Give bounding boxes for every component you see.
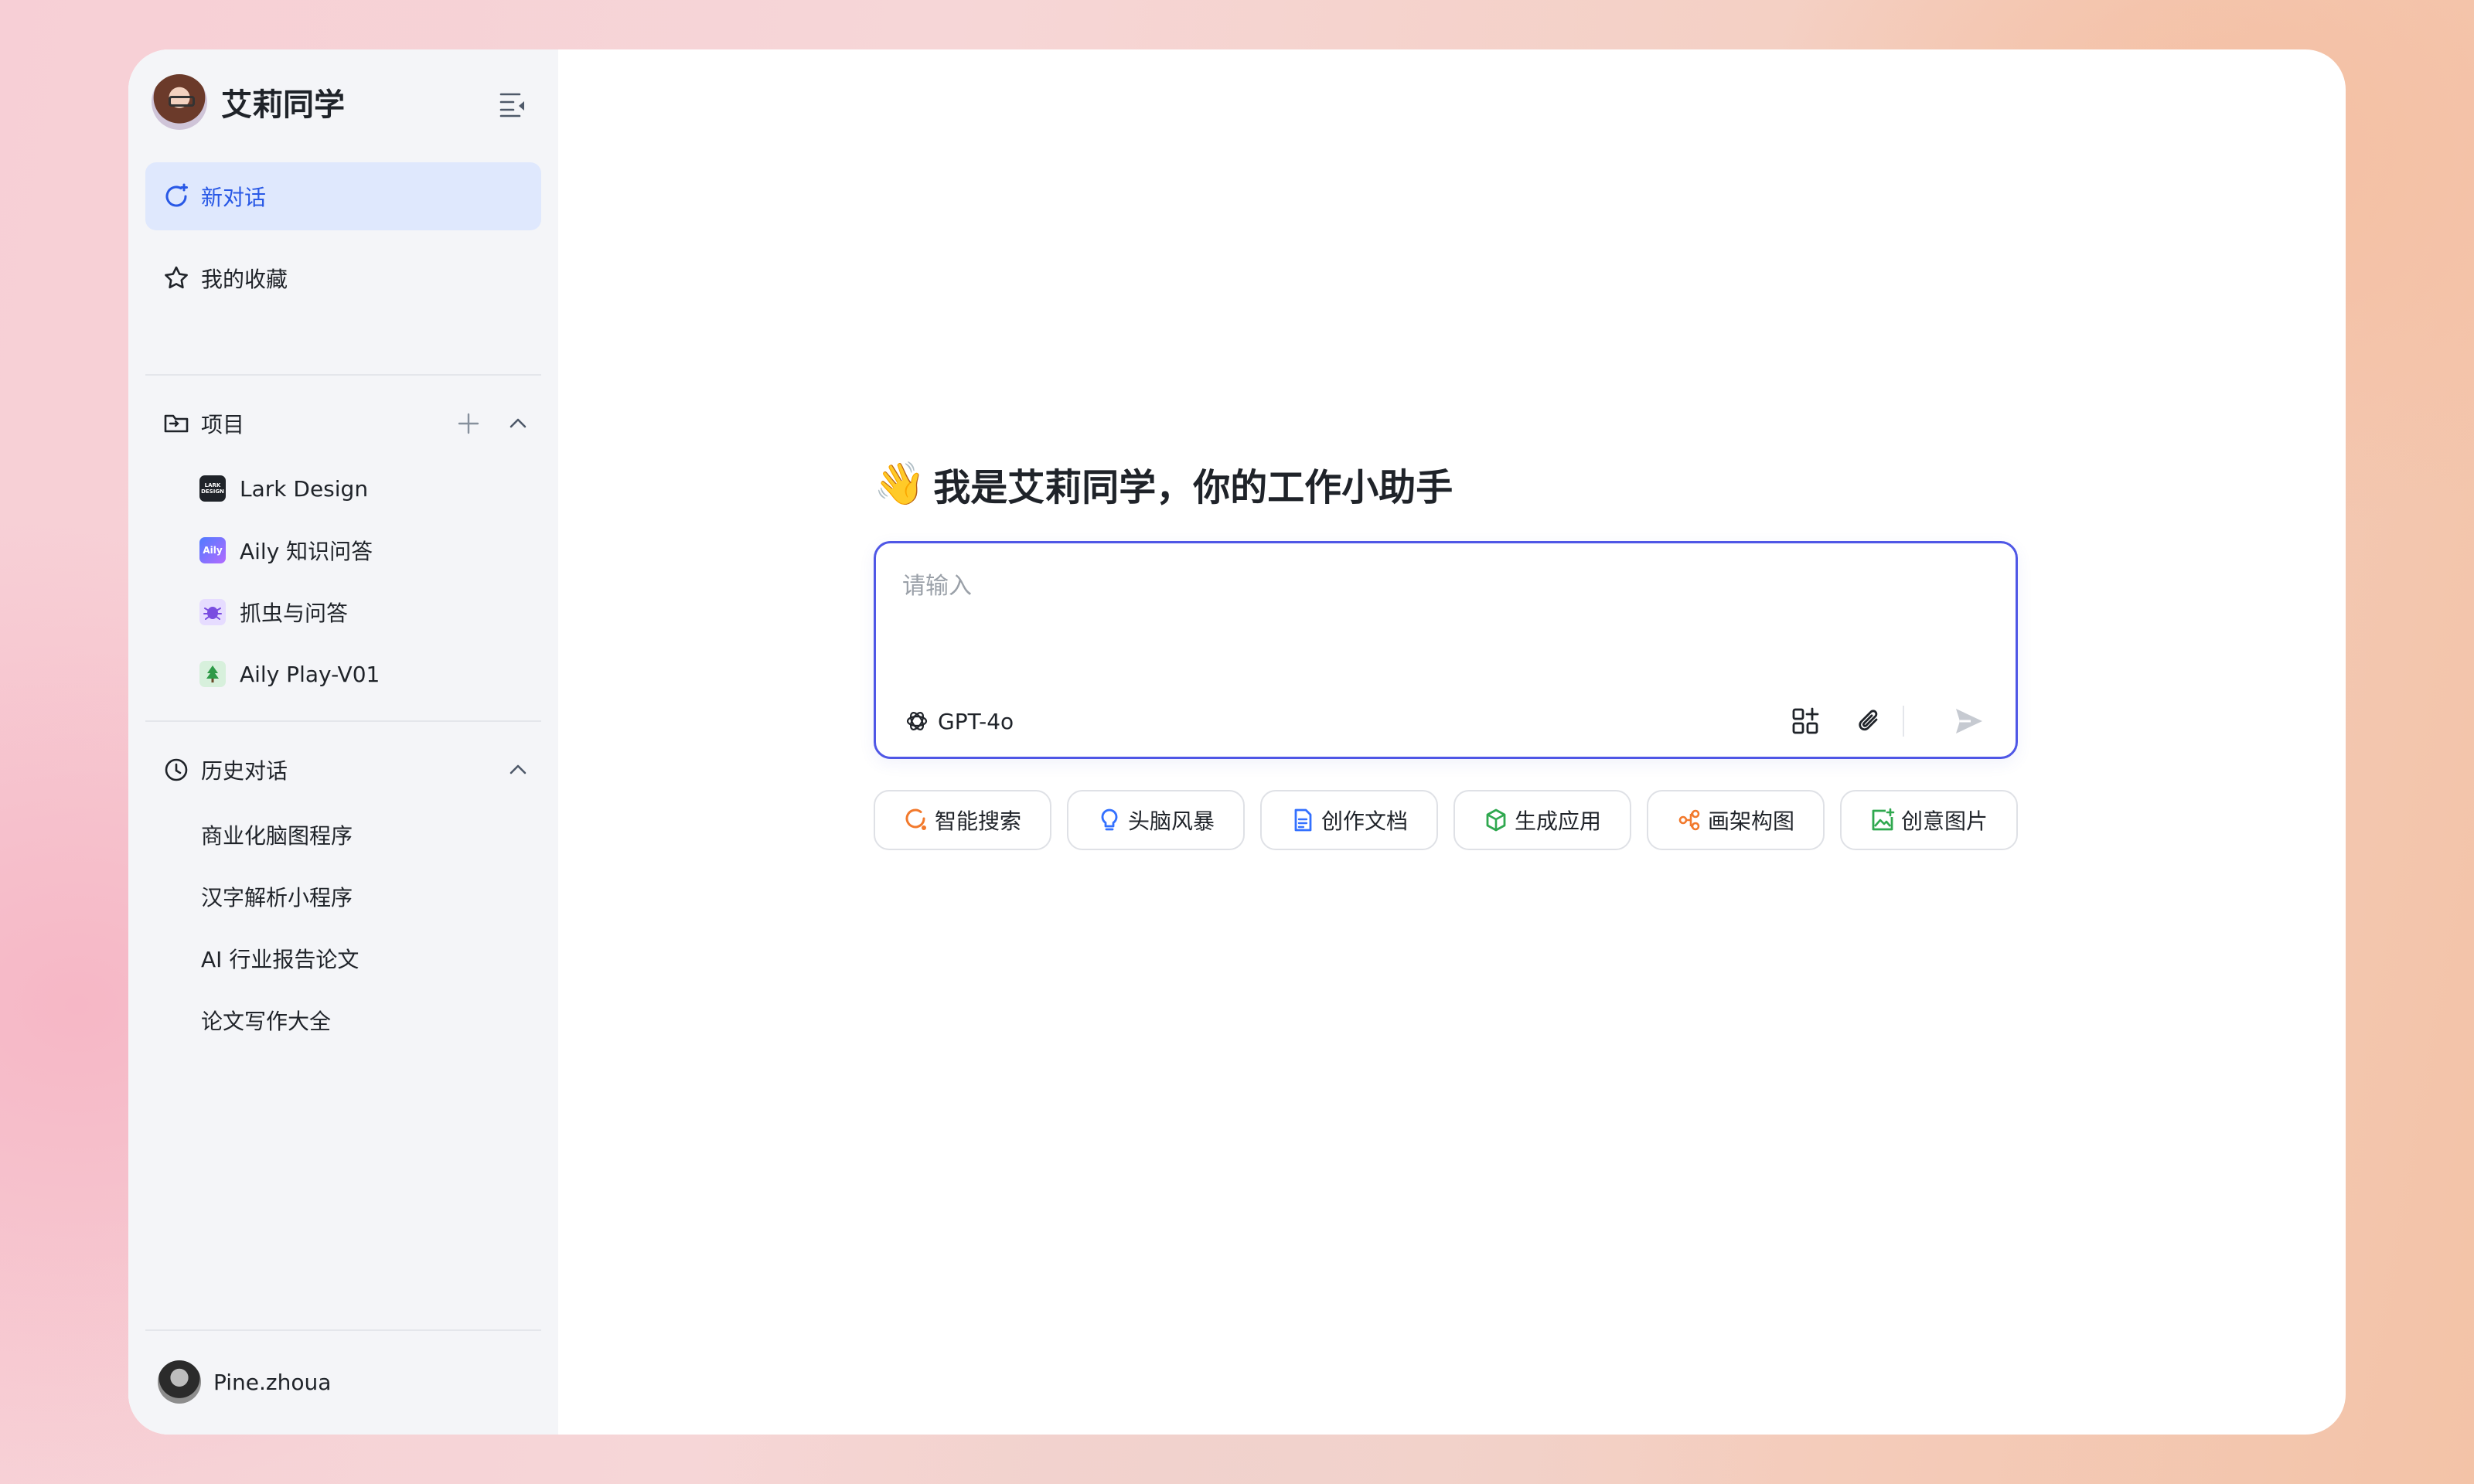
send-button[interactable] [1951,703,1988,740]
favorites-button[interactable]: 我的收藏 [145,244,541,312]
project-item-aily-play[interactable]: Aily Play-V01 [199,649,380,699]
projects-title: 项目 [201,412,245,437]
favorites-label: 我的收藏 [201,267,288,292]
new-chat-label: 新对话 [201,185,267,210]
user-profile[interactable]: Pine.zhoua [158,1359,331,1405]
suggestion-label: 生成应用 [1514,808,1601,834]
project-folder-icon [162,410,190,437]
lark-design-icon: LARK DESIGN [199,475,226,502]
lightbulb-icon [1097,808,1122,832]
user-name: Pine.zhoua [213,1369,332,1395]
history-item[interactable]: AI 行业报告论文 [201,934,359,983]
history-section-header[interactable]: 历史对话 [145,745,541,795]
assistant-avatar [152,74,207,130]
app-window: 艾莉同学 新对话 我的收藏 项目 LARK DESIGN Lark Design… [128,49,2346,1435]
suggestion-architecture[interactable]: 画架构图 [1647,790,1825,850]
suggestion-create-doc[interactable]: 创作文档 [1260,790,1438,850]
sidebar-collapse-icon [499,93,524,117]
sidebar: 艾莉同学 新对话 我的收藏 项目 LARK DESIGN Lark Design… [128,49,558,1435]
bug-icon [199,599,226,625]
suggestion-label: 头脑风暴 [1127,808,1215,834]
plus-icon [458,413,479,434]
model-selector[interactable]: GPT-4o [904,703,1014,740]
attach-button[interactable] [1852,703,1889,740]
suggestion-label: 画架构图 [1707,808,1794,834]
app-name: 艾莉同学 [221,87,345,123]
new-chat-button[interactable]: 新对话 [145,162,541,230]
history-item[interactable]: 汉字解析小程序 [201,872,353,921]
greeting-text: 我是艾莉同学，你的工作小助手 [933,466,1453,509]
apps-button[interactable] [1787,703,1824,740]
star-icon [162,264,190,292]
document-icon [1290,808,1315,832]
suggestion-brainstorm[interactable]: 头脑风暴 [1067,790,1245,850]
image-icon [1870,808,1895,832]
suggestion-creative-image[interactable]: 创意图片 [1840,790,2018,850]
search-refresh-icon [904,808,929,832]
openai-icon [906,712,928,730]
projects-section-header[interactable]: 项目 [145,399,541,448]
paperclip-icon [1859,710,1878,731]
add-project-button[interactable] [453,408,484,439]
brand: 艾莉同学 [152,73,345,131]
suggestion-smart-search[interactable]: 智能搜索 [874,790,1051,850]
toolbar-divider [1903,706,1904,737]
greeting: 👋 我是艾莉同学，你的工作小助手 [874,453,1453,515]
collapse-projects-button[interactable] [503,408,533,439]
chat-input[interactable]: 请输入 [902,567,972,601]
sidebar-divider [145,374,541,376]
user-avatar [158,1360,201,1404]
collapse-history-button[interactable] [503,754,533,785]
clock-icon [162,756,190,784]
history-item[interactable]: 论文写作大全 [201,996,331,1045]
diagram-icon [1677,808,1702,832]
sidebar-divider [145,720,541,722]
chevron-up-icon [509,418,526,428]
suggestion-label: 创作文档 [1320,808,1408,834]
history-item[interactable]: 商业化脑图程序 [201,810,353,859]
model-name: GPT-4o [938,708,1014,734]
cube-icon [1484,808,1508,832]
project-item-label: Lark Design [240,475,369,502]
project-item-aily-qa[interactable]: Aily Aily 知识问答 [199,526,373,575]
waving-hand-emoji: 👋 [874,459,926,508]
send-icon [1956,709,1982,733]
collapse-sidebar-button[interactable] [498,88,529,119]
history-title: 历史对话 [201,758,288,784]
project-item-label: Aily Play-V01 [240,661,380,687]
suggestion-generate-app[interactable]: 生成应用 [1453,790,1631,850]
aily-icon: Aily [199,537,226,563]
project-item-lark-design[interactable]: LARK DESIGN Lark Design [199,464,368,513]
apps-add-icon [1792,707,1819,734]
sidebar-divider [145,1329,541,1331]
suggestion-label: 创意图片 [1900,808,1988,834]
suggestion-label: 智能搜索 [934,808,1021,834]
chat-composer: 请输入 GPT-4o [874,541,2018,759]
project-item-label: Aily 知识问答 [240,539,373,564]
chevron-up-icon [509,764,526,774]
new-chat-icon [162,182,190,210]
project-item-label: 抓虫与问答 [240,601,349,626]
project-item-bug-qa[interactable]: 抓虫与问答 [199,587,348,637]
tree-icon [199,661,226,687]
main-panel: 👋 我是艾莉同学，你的工作小助手 请输入 GPT-4o 智能搜索 头脑风暴 创作… [558,49,2346,1435]
